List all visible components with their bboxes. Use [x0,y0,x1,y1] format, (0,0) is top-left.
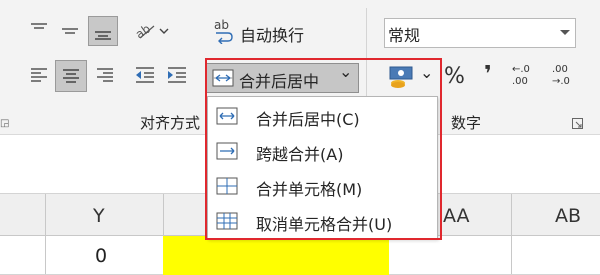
increase-decimal-button[interactable]: ←.0 .00 [512,64,548,92]
number-format-chevron-icon[interactable] [560,30,570,36]
percent-style-button[interactable]: % [444,64,465,89]
decrease-indent-icon[interactable] [132,62,158,88]
wrap-text-button[interactable]: ab 自动换行 [212,18,332,46]
align-right-icon[interactable] [92,62,118,88]
number-format-value: 常规 [388,26,421,45]
alignment-group-label: 对齐方式 [140,114,201,132]
align-left-icon[interactable] [26,62,52,88]
increase-decimal-top: ←.0 [512,64,530,75]
number-group-launcher-icon[interactable] [572,118,583,129]
orientation-icon[interactable]: ab [132,18,172,44]
align-center-icon[interactable] [55,60,87,92]
wrap-text-label: 自动换行 [240,26,305,45]
wrap-arrow-icon [216,32,233,44]
font-group-launcher-icon[interactable]: ◲ [0,118,9,129]
column-divider[interactable] [45,194,46,275]
number-group-label: 数字 [451,114,482,132]
svg-text:ab: ab [134,22,153,41]
decrease-decimal-top: .00 [552,64,568,75]
cell-y-value[interactable]: 0 [95,245,107,267]
increase-indent-icon[interactable] [164,62,190,88]
column-header-ab[interactable]: AB [555,205,581,227]
column-divider[interactable] [511,194,512,275]
bottom-align-icon[interactable] [88,16,118,46]
column-header-aa[interactable]: AA [443,205,470,227]
middle-align-icon[interactable] [57,18,83,44]
decrease-decimal-button[interactable]: .00 →.0 [552,64,592,92]
annotation-highlight-box [205,58,442,240]
column-header-y[interactable]: Y [93,205,105,227]
comma-style-button[interactable]: ❜ [484,62,492,87]
decrease-decimal-bottom: →.0 [552,76,570,87]
highlighted-cell[interactable] [163,236,389,275]
increase-decimal-bottom: .00 [512,76,528,87]
top-align-icon[interactable] [26,18,52,44]
